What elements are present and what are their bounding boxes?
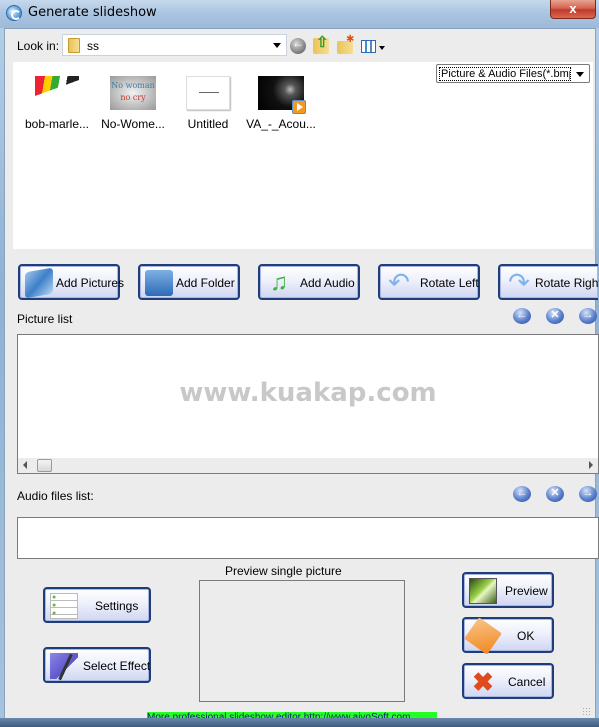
audio-thumbnail [258,76,306,114]
file-item[interactable]: No woman no cry No-Wome... [93,76,173,131]
move-up-icon[interactable]: ← [513,486,531,502]
file-name: VA_-_Acou... [246,117,316,131]
rotate-right-button[interactable]: ↷ Rotate Right [498,264,599,300]
play-icon [292,100,306,114]
watermark: www.kuakap.com [179,378,437,408]
ok-button[interactable]: OK [462,617,554,655]
thumbnail-text: no cry [120,93,146,102]
delete-icon[interactable]: ✕ [546,486,564,502]
add-audio-button[interactable]: ♫ Add Audio [258,264,360,300]
cancel-label: Cancel [508,675,546,689]
rotate-right-label: Rotate Right [535,276,599,290]
preview-box [199,580,405,702]
view-menu-icon[interactable] [361,40,376,53]
add-pictures-button[interactable]: Add Pictures [18,264,124,300]
dialog-body: Look in: ss Picture & Audio Files(*.bmp;… [4,28,599,727]
add-audio-label: Add Audio [300,276,355,290]
preview-button-label: Preview [505,584,548,598]
file-name: bob-marle... [24,117,90,131]
back-icon[interactable] [290,36,306,54]
image-thumbnail [186,76,230,110]
resize-grip[interactable] [582,707,592,717]
folder-icon [145,270,173,296]
new-folder-icon[interactable] [337,34,354,54]
thumbnail-text: No woman [111,81,155,90]
audio-list[interactable] [17,517,599,559]
file-browser[interactable]: Picture & Audio Files(*.bmp; bob-marle..… [13,62,593,249]
close-button[interactable]: x [550,0,596,19]
horizontal-scrollbar[interactable] [18,458,598,473]
add-pictures-label: Add Pictures [56,276,125,290]
file-item[interactable]: bob-marle... [17,76,97,131]
scroll-right-icon[interactable] [589,461,593,469]
rotate-left-label: Rotate Left [420,276,479,290]
pictures-icon [25,267,53,299]
look-in-dropdown[interactable]: ss [62,34,287,56]
file-name: Untitled [187,117,229,131]
move-up-icon[interactable]: ← [513,308,531,324]
look-in-label: Look in: [17,39,60,53]
move-down-icon[interactable]: → [579,308,597,324]
file-toolbar [287,33,417,59]
picture-list[interactable]: www.kuakap.com [17,334,599,474]
app-icon [6,5,22,21]
rotate-right-icon: ↷ [508,267,530,297]
rotate-left-icon: ↶ [388,267,410,297]
select-effect-label: Select Effect [83,659,151,673]
window-title: Generate slideshow [28,5,157,20]
taskbar [0,718,599,727]
image-thumbnail: No woman no cry [110,76,156,110]
settings-button[interactable]: Settings [43,587,151,623]
settings-list-icon [50,593,78,619]
chevron-down-icon[interactable] [273,43,281,48]
title-bar: Generate slideshow x [0,0,599,28]
file-item[interactable]: VA_-_Acou... [241,76,321,131]
settings-label: Settings [95,599,139,613]
preview-label: Preview single picture [225,564,342,578]
add-folder-label: Add Folder [176,276,235,290]
folder-icon [68,38,80,53]
select-effect-button[interactable]: Select Effect [43,647,151,683]
file-item[interactable]: Untitled [168,76,248,131]
cancel-button[interactable]: ✖ Cancel [462,663,554,699]
rotate-left-button[interactable]: ↶ Rotate Left [378,264,480,300]
file-name: No-Wome... [101,117,165,131]
up-folder-icon[interactable] [313,33,329,54]
add-folder-button[interactable]: Add Folder [138,264,240,300]
view-menu-chevron-icon[interactable] [379,46,385,50]
preview-button[interactable]: Preview [462,572,554,608]
image-thumbnail [35,76,79,110]
cancel-x-icon: ✖ [472,667,494,697]
music-note-icon: ♫ [270,269,288,296]
look-in-value: ss [87,39,99,53]
scroll-left-icon[interactable] [23,461,27,469]
picture-list-label: Picture list [17,312,73,326]
ok-icon [464,617,502,655]
ok-label: OK [517,629,535,643]
effect-wand-icon [50,653,78,679]
delete-icon[interactable]: ✕ [546,308,564,324]
chevron-down-icon[interactable] [576,72,584,77]
file-type-filter[interactable]: Picture & Audio Files(*.bmp; [436,64,590,83]
scrollbar-thumb[interactable] [37,459,52,472]
preview-image-icon [469,578,497,604]
file-type-value: Picture & Audio Files(*.bmp; [439,67,571,81]
move-down-icon[interactable]: → [579,486,597,502]
audio-list-label: Audio files list: [17,489,94,503]
